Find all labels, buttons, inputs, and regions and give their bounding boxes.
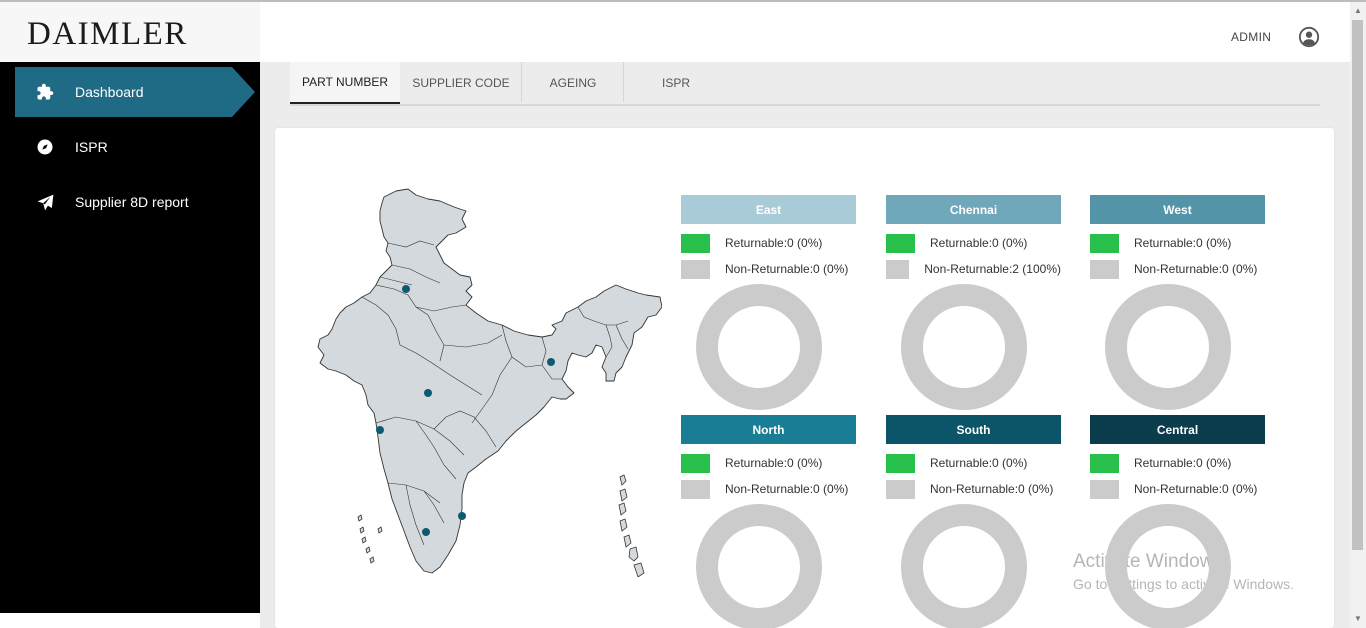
sidebar: Dashboard ISPR Supplier 8D report <box>0 62 260 613</box>
legend-non-returnable[interactable]: Non-Returnable:0 (0%) <box>886 476 1061 502</box>
non-returnable-swatch <box>681 259 710 279</box>
returnable-swatch <box>1090 233 1119 253</box>
india-map[interactable] <box>316 185 662 577</box>
scroll-up-arrow-icon[interactable]: ▲ <box>1350 2 1366 18</box>
region-header[interactable]: East <box>681 195 856 224</box>
legend-non-returnable[interactable]: Non-Returnable:0 (0%) <box>1090 476 1265 502</box>
region-header[interactable]: West <box>1090 195 1265 224</box>
sidebar-footer-strip <box>0 613 260 628</box>
sidebar-item-ispr[interactable]: ISPR <box>15 122 255 172</box>
map-marker-north[interactable] <box>402 285 410 293</box>
india-outline <box>317 188 662 574</box>
sidebar-item-supplier-8d-report[interactable]: Supplier 8D report <box>15 177 255 227</box>
legend-returnable[interactable]: Returnable:0 (0%) <box>886 230 1061 256</box>
account-circle-icon[interactable] <box>1298 26 1320 48</box>
sidebar-item-label: Supplier 8D report <box>75 194 189 210</box>
donut-chart-west[interactable] <box>1103 282 1233 412</box>
returnable-label: Returnable:0 (0%) <box>725 456 823 470</box>
donut-chart-east[interactable] <box>694 282 824 412</box>
legend-returnable[interactable]: Returnable:0 (0%) <box>886 450 1061 476</box>
scroll-down-arrow-icon[interactable]: ▼ <box>1350 610 1366 626</box>
donut-chart-central[interactable] <box>1103 502 1233 628</box>
map-marker-west[interactable] <box>376 426 384 434</box>
non-returnable-label: Non-Returnable:0 (0%) <box>725 262 849 276</box>
returnable-swatch <box>681 453 710 473</box>
returnable-label: Returnable:0 (0%) <box>1134 236 1232 250</box>
map-marker-south[interactable] <box>422 528 430 536</box>
region-panel-north: North Returnable:0 (0%) Non-Returnable:0 (… <box>681 415 856 502</box>
app-header: DAIMLER ADMIN <box>0 2 1350 62</box>
legend-returnable[interactable]: Returnable:0 (0%) <box>681 230 856 256</box>
region-panel-central: Central Returnable:0 (0%) Non-Returnable:0… <box>1090 415 1265 502</box>
returnable-label: Returnable:0 (0%) <box>930 456 1028 470</box>
map-marker-central[interactable] <box>424 389 432 397</box>
daimler-logo[interactable]: DAIMLER <box>27 16 188 53</box>
region-header[interactable]: Chennai <box>886 195 1061 224</box>
returnable-swatch <box>886 453 915 473</box>
tab-ispr[interactable]: ISPR <box>624 62 728 104</box>
returnable-swatch <box>886 233 915 253</box>
tab-ageing[interactable]: AGEING <box>522 62 624 104</box>
donut-ring <box>1105 504 1231 628</box>
legend-non-returnable[interactable]: Non-Returnable:2 (100%) <box>886 256 1061 282</box>
donut-ring <box>696 504 822 628</box>
returnable-label: Returnable:0 (0%) <box>725 236 823 250</box>
legend-non-returnable[interactable]: Non-Returnable:0 (0%) <box>681 476 856 502</box>
region-panel-east: East Returnable:0 (0%) Non-Returnable:0 (0… <box>681 195 856 282</box>
returnable-label: Returnable:0 (0%) <box>1134 456 1232 470</box>
legend-non-returnable[interactable]: Non-Returnable:0 (0%) <box>681 256 856 282</box>
tab-part-number[interactable]: PART NUMBER <box>290 62 400 104</box>
legend-returnable[interactable]: Returnable:0 (0%) <box>1090 450 1265 476</box>
vertical-scrollbar[interactable]: ▲ ▼ <box>1350 2 1366 628</box>
returnable-swatch <box>681 233 710 253</box>
non-returnable-swatch <box>1090 259 1119 279</box>
region-header[interactable]: Central <box>1090 415 1265 444</box>
region-panel-south: South Returnable:0 (0%) Non-Returnable:0 (… <box>886 415 1061 502</box>
sidebar-item-label: Dashboard <box>75 84 144 100</box>
non-returnable-label: Non-Returnable:0 (0%) <box>1134 262 1258 276</box>
tab-bar: PART NUMBER SUPPLIER CODE AGEING ISPR <box>290 62 1320 106</box>
non-returnable-swatch <box>886 479 915 499</box>
legend-returnable[interactable]: Returnable:0 (0%) <box>681 450 856 476</box>
non-returnable-label: Non-Returnable:0 (0%) <box>725 482 849 496</box>
region-panel-chennai: Chennai Returnable:0 (0%) Non-Returnable:2… <box>886 195 1061 282</box>
donut-chart-south[interactable] <box>899 502 1029 628</box>
logo-area: DAIMLER <box>0 2 260 62</box>
region-panel-west: West Returnable:0 (0%) Non-Returnable:0 (0… <box>1090 195 1265 282</box>
donut-chart-chennai[interactable] <box>899 282 1029 412</box>
legend-non-returnable[interactable]: Non-Returnable:0 (0%) <box>1090 256 1265 282</box>
non-returnable-label: Non-Returnable:0 (0%) <box>930 482 1054 496</box>
donut-ring <box>901 504 1027 628</box>
map-marker-chennai[interactable] <box>458 512 466 520</box>
non-returnable-swatch <box>681 479 710 499</box>
compass-icon <box>15 138 75 156</box>
legend-returnable[interactable]: Returnable:0 (0%) <box>1090 230 1265 256</box>
map-marker-east[interactable] <box>547 358 555 366</box>
returnable-swatch <box>1090 453 1119 473</box>
non-returnable-swatch <box>1090 479 1119 499</box>
non-returnable-label: Non-Returnable:0 (0%) <box>1134 482 1258 496</box>
region-header[interactable]: North <box>681 415 856 444</box>
non-returnable-swatch <box>886 259 910 279</box>
scrollbar-thumb[interactable] <box>1352 20 1363 550</box>
sidebar-item-label: ISPR <box>75 139 108 155</box>
tab-supplier-code[interactable]: SUPPLIER CODE <box>402 62 520 104</box>
paper-plane-icon <box>15 193 75 212</box>
user-name[interactable]: ADMIN <box>1231 30 1271 44</box>
returnable-label: Returnable:0 (0%) <box>930 236 1028 250</box>
sidebar-item-dashboard[interactable]: Dashboard <box>15 67 255 117</box>
donut-ring <box>901 284 1027 410</box>
donut-ring <box>1105 284 1231 410</box>
donut-ring <box>696 284 822 410</box>
non-returnable-label: Non-Returnable:2 (100%) <box>924 262 1061 276</box>
donut-chart-north[interactable] <box>694 502 824 628</box>
puzzle-icon <box>15 83 75 101</box>
region-header[interactable]: South <box>886 415 1061 444</box>
